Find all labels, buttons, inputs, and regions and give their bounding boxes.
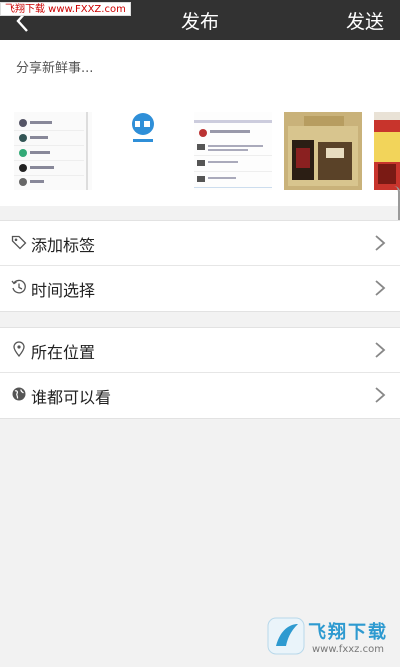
app-logo-icon xyxy=(104,112,182,190)
image-thumbnail[interactable] xyxy=(194,112,272,190)
screenshot-contacts-icon xyxy=(14,112,92,190)
image-thumbnail[interactable] xyxy=(14,112,92,190)
send-button[interactable]: 发送 xyxy=(346,7,384,34)
chevron-right-icon xyxy=(375,280,386,296)
compose-input[interactable]: 分享新鲜事... xyxy=(16,57,93,76)
watermark-top: 飞翔下载 www.FXXZ.com xyxy=(0,2,131,16)
photo-box-icon xyxy=(284,112,362,190)
screenshot-messages-icon xyxy=(194,112,272,190)
image-strip xyxy=(0,112,400,190)
options-group-location-visibility: 所在位置 谁都可以看 xyxy=(0,327,400,419)
time-select-row[interactable]: 时间选择 xyxy=(0,266,400,311)
watermark-text: 飞翔下载 xyxy=(308,622,388,643)
watermark-url: www.fxxz.com xyxy=(312,644,384,655)
globe-icon xyxy=(12,387,26,401)
visibility-label: 谁都可以看 xyxy=(31,388,112,407)
tag-icon xyxy=(11,235,27,250)
chevron-right-icon xyxy=(375,235,386,251)
compose-area: 分享新鲜事... xyxy=(0,40,400,206)
location-icon xyxy=(13,341,25,357)
add-tag-label: 添加标签 xyxy=(31,236,96,255)
visibility-row[interactable]: 谁都可以看 xyxy=(0,373,400,418)
image-thumbnail[interactable] xyxy=(284,112,362,190)
image-thumbnail[interactable] xyxy=(374,112,400,190)
location-label: 所在位置 xyxy=(31,343,96,362)
location-row[interactable]: 所在位置 xyxy=(0,328,400,373)
watermark-logo: 飞翔下载 www.fxxz.com xyxy=(266,614,392,660)
time-select-label: 时间选择 xyxy=(31,281,96,300)
photo-package-icon xyxy=(374,112,400,190)
image-thumbnail[interactable] xyxy=(104,112,182,190)
watermark-icon xyxy=(267,617,305,655)
options-group-tags-time: 添加标签 时间选择 xyxy=(0,220,400,312)
clock-icon xyxy=(11,279,26,294)
chevron-right-icon xyxy=(375,342,386,358)
chevron-right-icon xyxy=(375,387,386,403)
add-tag-row[interactable]: 添加标签 xyxy=(0,221,400,266)
